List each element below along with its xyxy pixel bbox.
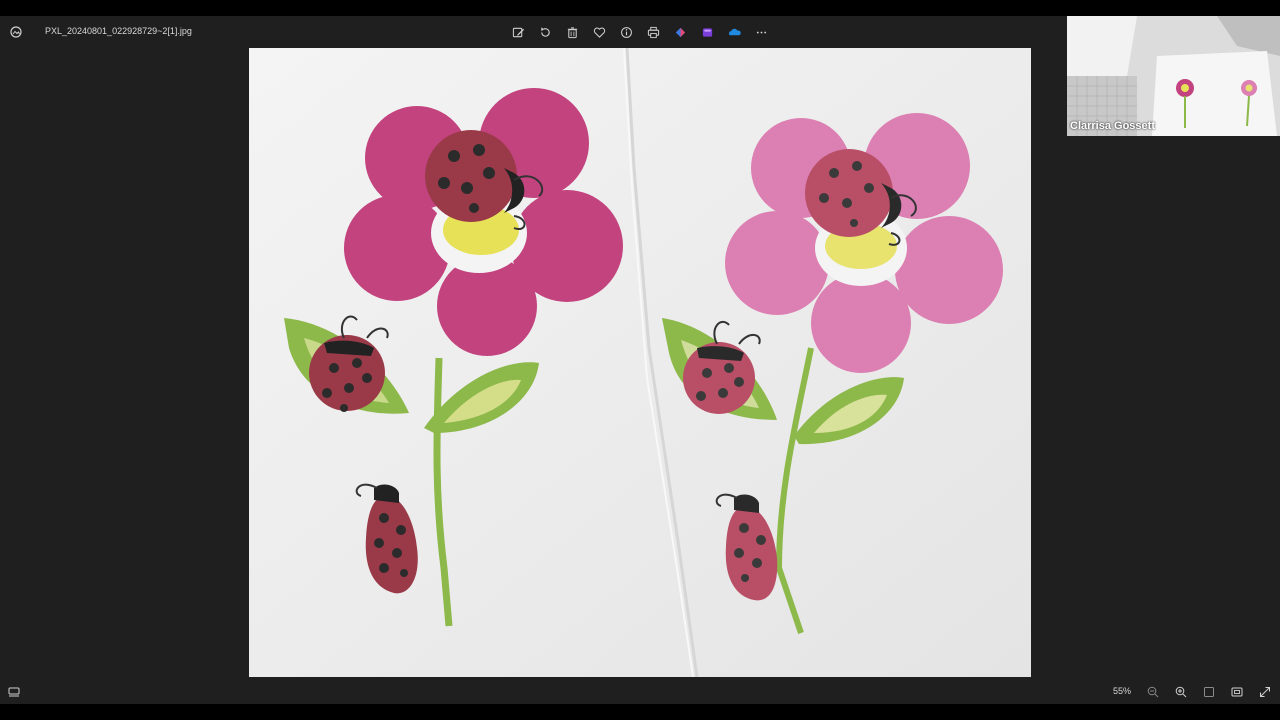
print-button[interactable] <box>643 22 663 42</box>
zoom-in-icon <box>1175 686 1187 698</box>
onedrive-icon <box>728 28 741 35</box>
zoom-in-button[interactable] <box>1171 682 1191 702</box>
info-button[interactable] <box>616 22 636 42</box>
zoom-out-icon <box>1147 686 1159 698</box>
delete-icon <box>567 26 577 38</box>
zoom-level: 55% <box>1113 686 1132 696</box>
filmstrip-button[interactable] <box>6 684 22 700</box>
file-name: PXL_20240801_022928729~2[1].jpg <box>45 26 192 36</box>
more-options-icon <box>756 31 766 33</box>
fit-to-window-button[interactable] <box>1227 682 1247 702</box>
zoom-out-button[interactable] <box>1143 682 1163 702</box>
rotate-icon <box>540 26 550 37</box>
fit-to-window-icon <box>1231 687 1243 697</box>
status-bar: 55% <box>0 680 1280 704</box>
photo-viewer-window: PXL_20240801_022928729~2[1].jpg Clarrisa… <box>0 16 1280 704</box>
more-options-button[interactable] <box>751 22 771 42</box>
print-icon <box>647 26 659 38</box>
clipchamp-button[interactable] <box>670 22 690 42</box>
actual-size-button[interactable] <box>1199 682 1219 702</box>
clipchamp-icon <box>675 27 685 37</box>
rotate-button[interactable] <box>535 22 555 42</box>
designer-icon <box>702 27 712 37</box>
full-screen-button[interactable] <box>1255 682 1275 702</box>
designer-button[interactable] <box>697 22 717 42</box>
participant-name: Clarrisa Gossett <box>1070 120 1155 132</box>
zoom-controls <box>1143 682 1275 702</box>
displayed-photo[interactable] <box>249 48 1031 677</box>
favorite-button[interactable] <box>589 22 609 42</box>
photos-app-icon <box>8 24 24 40</box>
video-call-tile[interactable]: Clarrisa Gossett <box>1067 16 1280 136</box>
edit-image-button[interactable] <box>508 22 528 42</box>
favorite-icon <box>593 27 605 38</box>
edit-image-icon <box>512 27 524 37</box>
filmstrip-icon <box>8 687 20 697</box>
info-icon <box>620 26 632 38</box>
toolbar <box>508 22 771 42</box>
actual-size-icon <box>1204 687 1214 697</box>
delete-button[interactable] <box>562 22 582 42</box>
embroidery-photo <box>249 48 1031 677</box>
webcam-feed <box>1067 16 1280 136</box>
onedrive-button[interactable] <box>724 22 744 42</box>
full-screen-icon <box>1260 687 1270 697</box>
